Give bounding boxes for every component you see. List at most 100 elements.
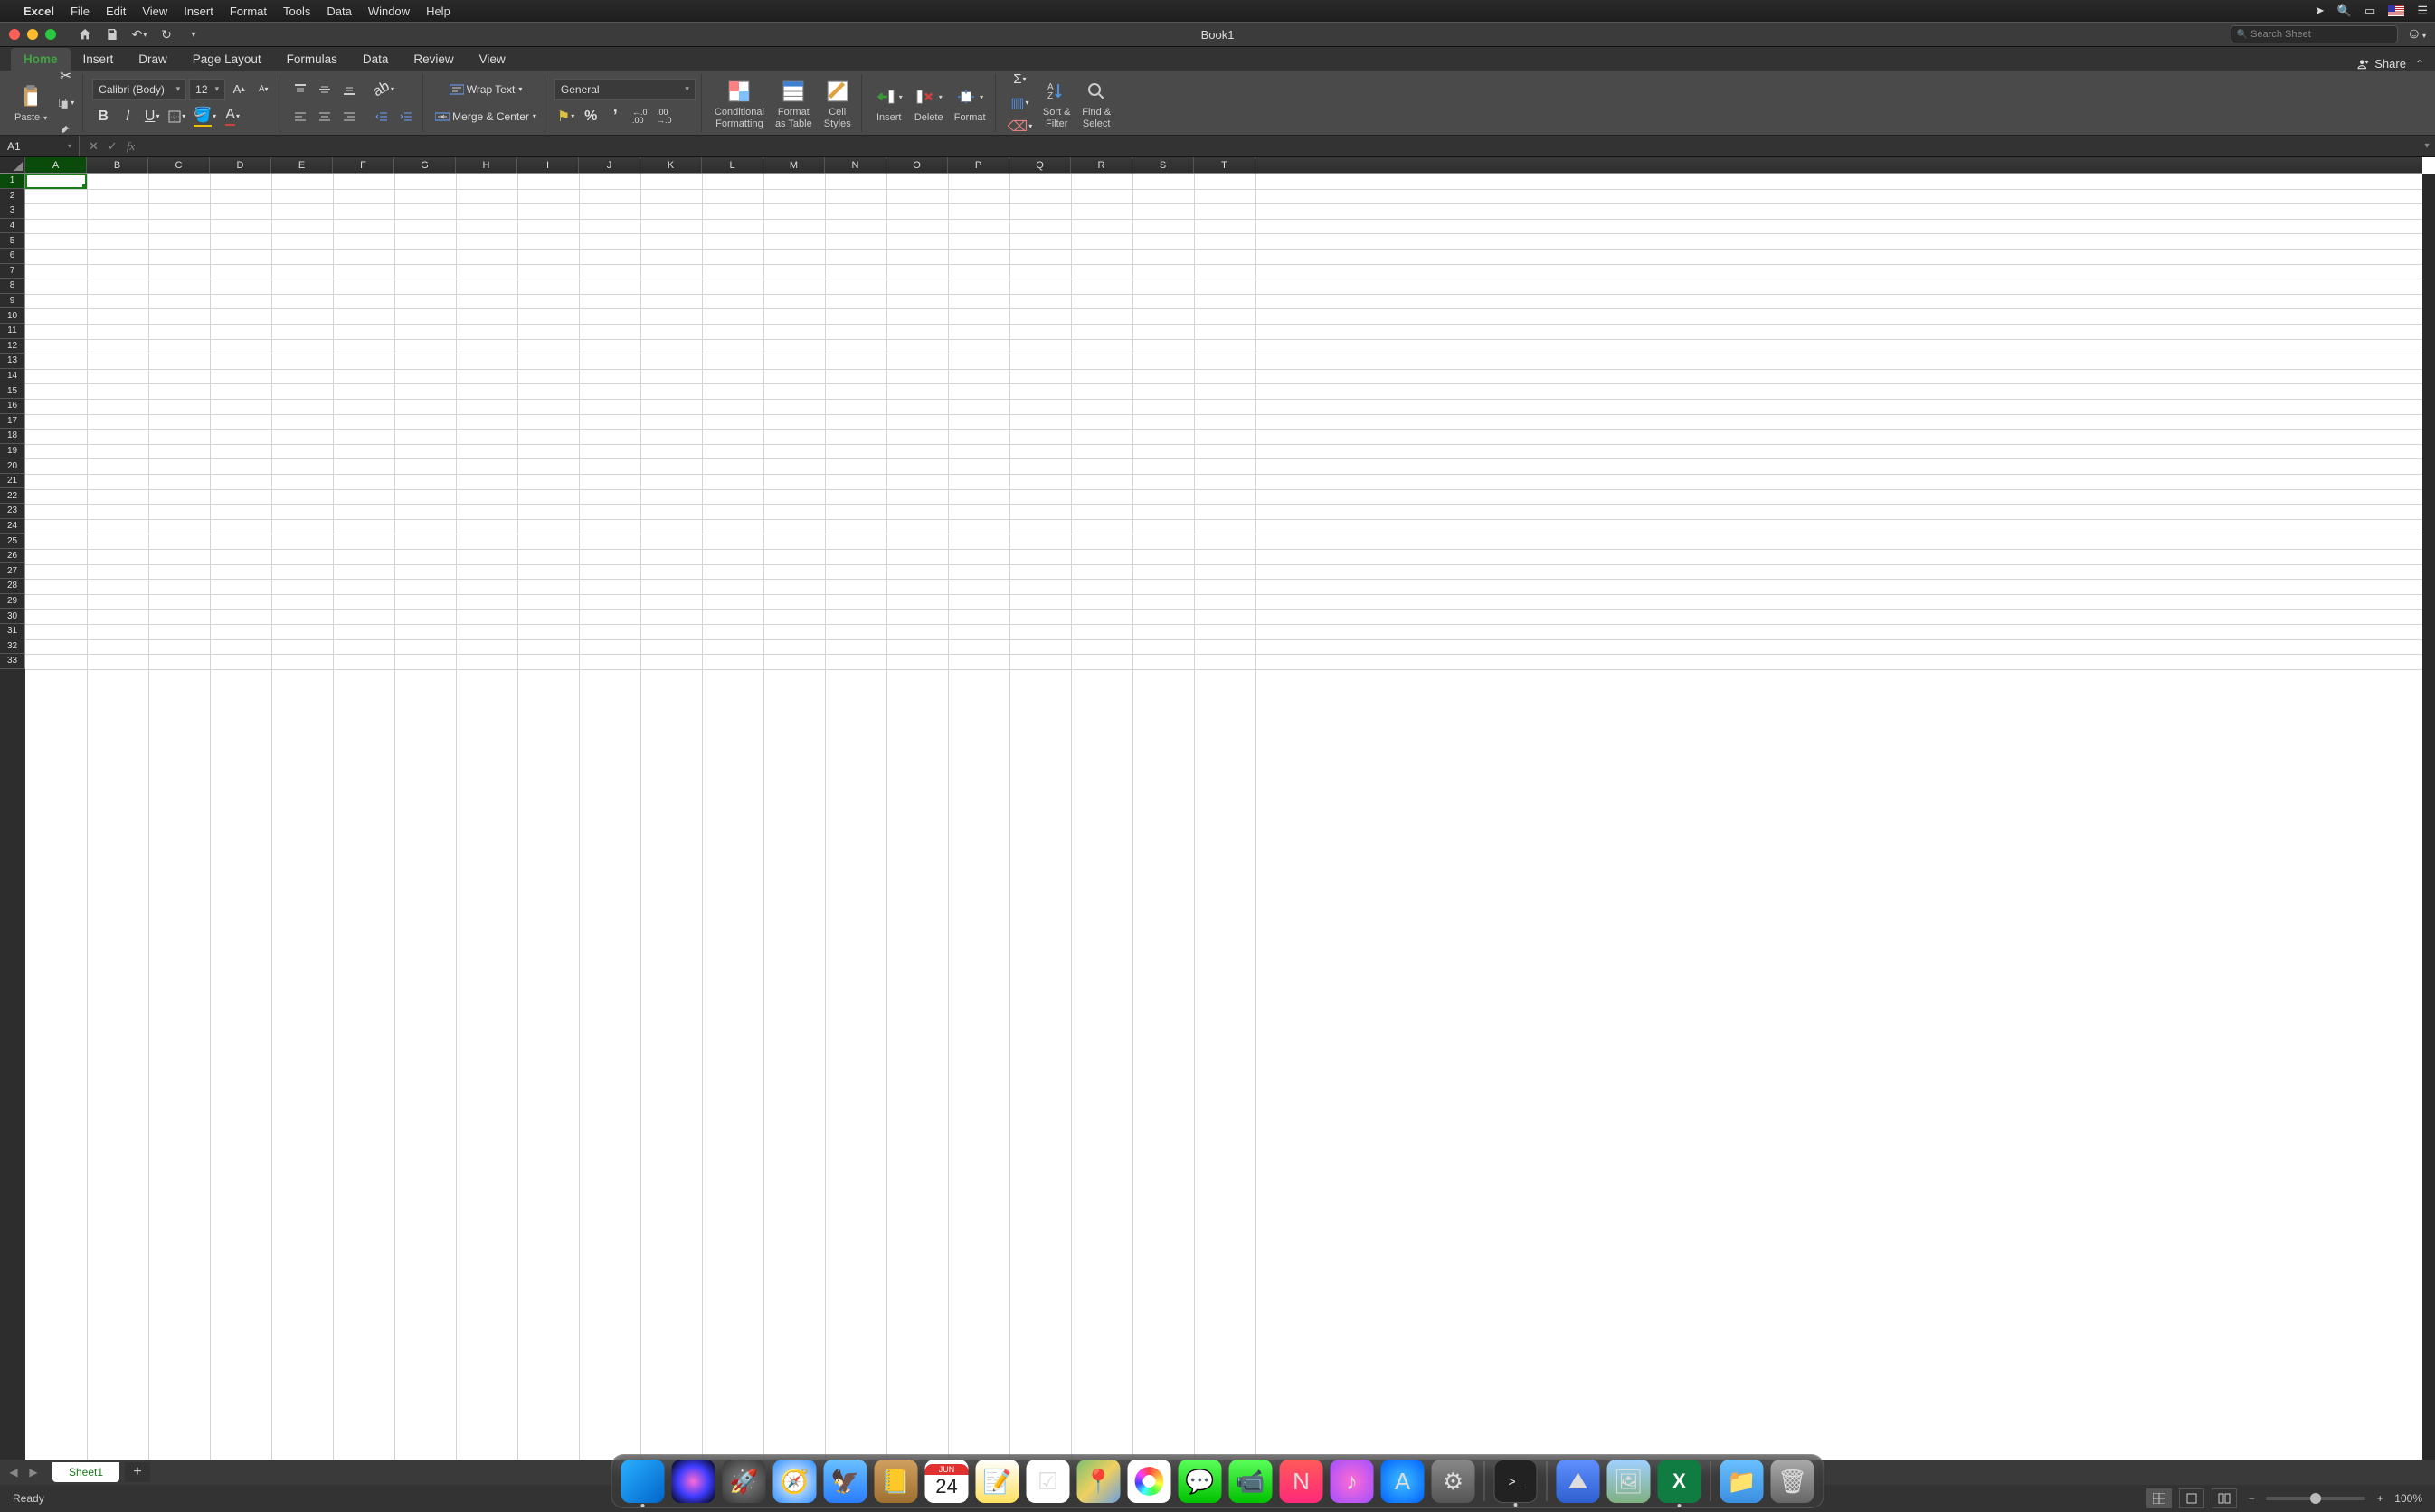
merge-center-button[interactable]: Merge & Center▾	[432, 106, 539, 128]
zoom-in-button[interactable]: +	[2373, 1492, 2387, 1505]
add-sheet-button[interactable]: +	[125, 1462, 150, 1482]
dock-downloads[interactable]: 📁	[1720, 1460, 1764, 1503]
formula-input[interactable]	[144, 136, 2419, 156]
row-header[interactable]: 15	[0, 383, 25, 399]
column-header[interactable]: L	[702, 157, 763, 173]
column-header[interactable]: I	[517, 157, 579, 173]
align-left-button[interactable]	[289, 106, 311, 128]
cells-area[interactable]	[25, 174, 2422, 1460]
row-header[interactable]: 24	[0, 519, 25, 534]
comma-button[interactable]: ʼ	[604, 106, 626, 128]
dock-contacts[interactable]: 📒	[875, 1460, 918, 1503]
row-header[interactable]: 10	[0, 308, 25, 324]
align-middle-button[interactable]	[314, 79, 336, 100]
dock-image[interactable]: 🖼	[1607, 1460, 1651, 1503]
tab-data[interactable]: Data	[350, 48, 402, 71]
dock-screenshot[interactable]: ⛰	[1557, 1460, 1600, 1503]
decrease-decimal-button[interactable]: .00→.0	[653, 106, 675, 128]
row-header[interactable]: 9	[0, 294, 25, 309]
delete-cells-button[interactable]: ▾ Delete	[911, 82, 947, 123]
dock-messages[interactable]: 💬	[1179, 1460, 1222, 1503]
row-header[interactable]: 28	[0, 579, 25, 594]
conditional-formatting-button[interactable]: ConditionalFormatting	[711, 77, 768, 129]
sheet-tab-active[interactable]: Sheet1	[52, 1462, 119, 1482]
row-header[interactable]: 23	[0, 504, 25, 519]
column-header[interactable]: S	[1132, 157, 1194, 173]
spotlight-icon[interactable]: 🔍	[2337, 4, 2352, 18]
accounting-button[interactable]: ⚑▾	[554, 106, 577, 128]
underline-button[interactable]: U▾	[141, 106, 163, 128]
row-header[interactable]: 22	[0, 488, 25, 504]
cancel-formula-icon[interactable]: ✕	[89, 139, 99, 154]
column-header[interactable]: E	[271, 157, 333, 173]
share-button[interactable]: Share	[2357, 57, 2406, 71]
tab-review[interactable]: Review	[401, 48, 466, 71]
row-header[interactable]: 14	[0, 369, 25, 384]
dock-facetime[interactable]: 📹	[1229, 1460, 1273, 1503]
dock-appstore[interactable]: A	[1381, 1460, 1425, 1503]
row-header[interactable]: 26	[0, 549, 25, 564]
menu-view[interactable]: View	[142, 5, 167, 18]
format-as-table-button[interactable]: Formatas Table	[772, 77, 816, 129]
vertical-scrollbar[interactable]	[2422, 174, 2435, 1460]
select-all-corner[interactable]	[0, 157, 25, 174]
active-cell-selection[interactable]	[25, 174, 87, 189]
qat-home-icon[interactable]	[78, 27, 92, 42]
align-right-button[interactable]	[338, 106, 360, 128]
autosum-button[interactable]: Σ▾	[1005, 69, 1036, 90]
bold-button[interactable]: B	[92, 106, 114, 128]
copy-button[interactable]: ▾	[54, 92, 77, 114]
row-header[interactable]: 19	[0, 444, 25, 459]
view-pagelayout-button[interactable]	[2179, 1488, 2204, 1508]
row-header[interactable]: 27	[0, 563, 25, 579]
row-header[interactable]: 17	[0, 414, 25, 430]
borders-button[interactable]: ▾	[166, 106, 188, 128]
dock-excel[interactable]: X	[1658, 1460, 1701, 1503]
menu-format[interactable]: Format	[230, 5, 267, 18]
expand-formula-bar-icon[interactable]: ▾	[2419, 141, 2435, 151]
orientation-button[interactable]: ab▾	[371, 79, 397, 100]
column-header[interactable]: B	[87, 157, 148, 173]
column-header[interactable]: A	[25, 157, 87, 173]
tab-insert[interactable]: Insert	[71, 48, 127, 71]
emoji-feedback-icon[interactable]: ☺▾	[2407, 26, 2426, 43]
column-header[interactable]: O	[886, 157, 948, 173]
cursor-icon[interactable]: ➤	[2315, 4, 2325, 18]
column-header[interactable]: H	[456, 157, 517, 173]
dock-finder[interactable]	[621, 1460, 665, 1503]
sheet-nav-prev-icon[interactable]: ◀	[5, 1464, 22, 1480]
qat-customize-icon[interactable]: ▾	[186, 27, 201, 42]
percent-button[interactable]: %	[580, 106, 602, 128]
dock-photos[interactable]	[1128, 1460, 1171, 1503]
row-header[interactable]: 31	[0, 624, 25, 639]
row-headers[interactable]: 1234567891011121314151617181920212223242…	[0, 174, 25, 1460]
row-header[interactable]: 30	[0, 609, 25, 624]
decrease-indent-button[interactable]	[371, 106, 393, 128]
cell-styles-button[interactable]: CellStyles	[820, 77, 856, 129]
zoom-out-button[interactable]: −	[2244, 1492, 2259, 1505]
row-header[interactable]: 12	[0, 339, 25, 354]
cut-button[interactable]: ✂	[54, 65, 77, 87]
column-headers[interactable]: ABCDEFGHIJKLMNOPQRST	[25, 157, 2422, 174]
zoom-level[interactable]: 100%	[2394, 1492, 2422, 1505]
fill-button[interactable]: ▥▾	[1005, 92, 1036, 114]
dock-safari[interactable]: 🧭	[773, 1460, 817, 1503]
row-header[interactable]: 25	[0, 534, 25, 549]
column-header[interactable]: T	[1194, 157, 1255, 173]
row-header[interactable]: 1	[0, 174, 25, 189]
column-header[interactable]: F	[333, 157, 394, 173]
number-format-dropdown[interactable]: General▾	[554, 79, 696, 100]
increase-decimal-button[interactable]: ←.0.00	[629, 106, 650, 128]
sheet-nav-next-icon[interactable]: ▶	[25, 1464, 42, 1480]
zoom-slider[interactable]	[2266, 1497, 2365, 1500]
menu-tools[interactable]: Tools	[283, 5, 310, 18]
row-header[interactable]: 20	[0, 458, 25, 474]
tab-formulas[interactable]: Formulas	[274, 48, 350, 71]
column-header[interactable]: G	[394, 157, 456, 173]
dock-launchpad[interactable]: 🚀	[723, 1460, 766, 1503]
column-header[interactable]: P	[948, 157, 1009, 173]
row-header[interactable]: 33	[0, 654, 25, 669]
dock-calendar[interactable]: JUN24	[925, 1460, 969, 1503]
row-header[interactable]: 3	[0, 203, 25, 219]
column-header[interactable]: Q	[1009, 157, 1071, 173]
